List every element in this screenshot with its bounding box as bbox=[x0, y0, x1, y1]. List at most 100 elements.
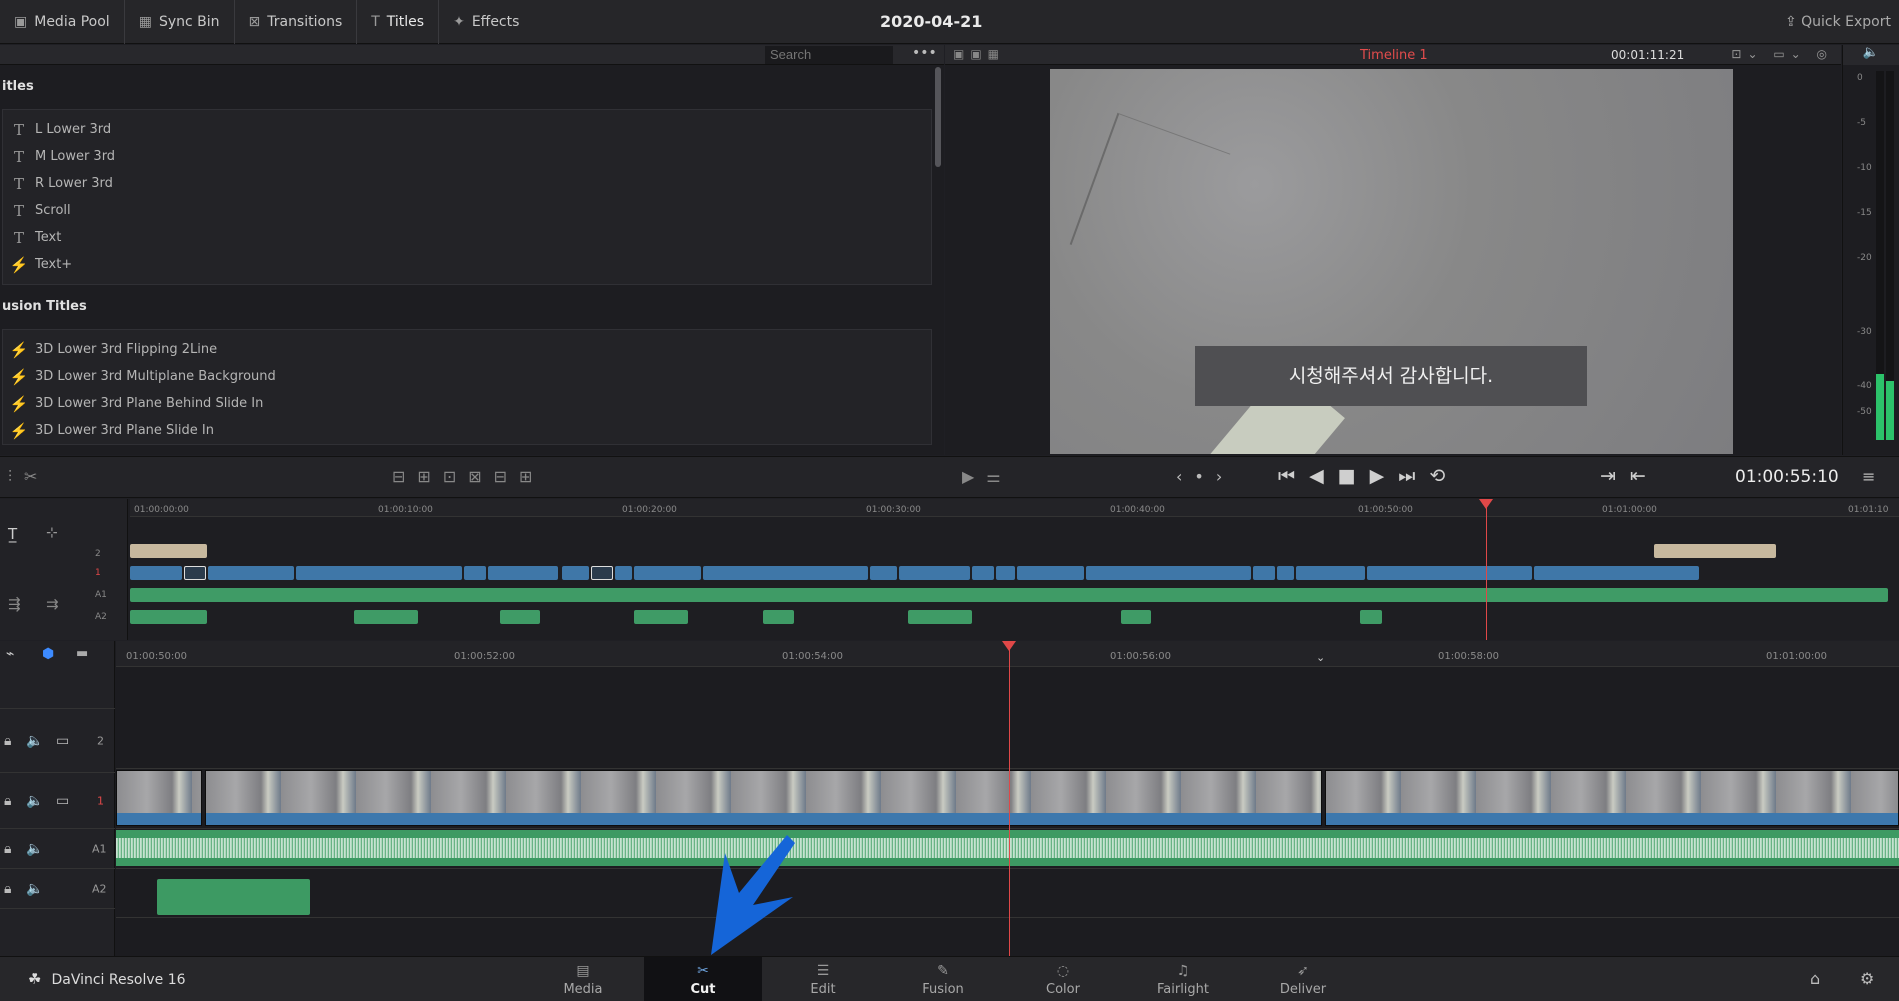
more-options-icon[interactable]: ••• bbox=[912, 45, 937, 61]
video-clip[interactable] bbox=[1296, 566, 1365, 580]
list-item[interactable]: T L Lower 3rd bbox=[3, 116, 931, 143]
video-clip[interactable] bbox=[130, 566, 182, 580]
video-clip[interactable] bbox=[1086, 566, 1251, 580]
library-scrollbar[interactable] bbox=[935, 67, 941, 167]
fusion-title-icon: ⚡ bbox=[9, 421, 29, 440]
video-clip[interactable] bbox=[1367, 566, 1532, 580]
audio-clip[interactable] bbox=[763, 610, 794, 624]
page-edit[interactable]: ☰ Edit bbox=[764, 957, 882, 1001]
list-item[interactable]: T M Lower 3rd bbox=[3, 143, 931, 170]
audio-clip[interactable] bbox=[908, 610, 972, 624]
page-fairlight[interactable]: ♫ Fairlight bbox=[1124, 957, 1242, 1001]
list-item[interactable]: ⚡ 3D Lower 3rd Multiplane Background bbox=[3, 363, 931, 390]
snap-icon[interactable]: ⇶ bbox=[8, 595, 21, 613]
lock-icon[interactable]: 🔒︎ bbox=[4, 793, 11, 809]
blade-icon[interactable]: ⌁ bbox=[6, 646, 14, 662]
upper-ruler[interactable]: 01:00:00:00 01:00:10:00 01:00:20:00 01:0… bbox=[130, 499, 1899, 517]
video-clip[interactable] bbox=[899, 566, 970, 580]
media-pool-button[interactable]: ▣ Media Pool bbox=[0, 0, 125, 44]
titles-button[interactable]: T Titles bbox=[357, 0, 440, 44]
mark-in-out-icons[interactable]: ⇥⇤ bbox=[1600, 465, 1660, 487]
audio-clip[interactable] bbox=[354, 610, 418, 624]
list-item[interactable]: ⚡ Text+ bbox=[3, 251, 931, 278]
audio-clip[interactable] bbox=[130, 610, 207, 624]
title-tool-icon[interactable]: T̲ bbox=[8, 525, 17, 543]
list-item[interactable]: T R Lower 3rd bbox=[3, 170, 931, 197]
transport-controls[interactable]: ⏮◀■▶⏭⟲ bbox=[1278, 465, 1459, 487]
video-clip[interactable] bbox=[464, 566, 486, 580]
playhead[interactable] bbox=[1009, 641, 1010, 956]
video-clip[interactable] bbox=[1017, 566, 1084, 580]
video-clip[interactable] bbox=[296, 566, 462, 580]
clip-nav-icons[interactable]: ‹•› bbox=[1176, 467, 1234, 486]
monitor-icon[interactable]: ▭ bbox=[56, 793, 69, 809]
video-clip[interactable] bbox=[703, 566, 868, 580]
edit-tool-icons[interactable]: ⫶✂ bbox=[8, 467, 49, 487]
video-clip[interactable] bbox=[615, 566, 632, 580]
marker-icon[interactable]: ⬢ bbox=[42, 646, 54, 662]
speaker-icon[interactable]: 🔈 bbox=[1843, 45, 1899, 65]
viewer-mode-icons[interactable]: ▣▣▦ bbox=[953, 47, 1005, 61]
video-clip[interactable] bbox=[208, 566, 294, 580]
lock-icon[interactable]: 🔒︎ bbox=[4, 881, 11, 897]
page-deliver[interactable]: ➶ Deliver bbox=[1244, 957, 1362, 1001]
video-clip[interactable] bbox=[488, 566, 558, 580]
video-clip[interactable] bbox=[116, 770, 202, 826]
gear-icon[interactable]: ⚙ bbox=[1860, 969, 1874, 988]
video-clip[interactable] bbox=[1277, 566, 1294, 580]
audio-clip-a1[interactable] bbox=[116, 830, 1899, 866]
video-clip[interactable] bbox=[1534, 566, 1699, 580]
video-clip-selected[interactable] bbox=[184, 566, 206, 580]
list-item[interactable]: ⚡ 3D Lower 3rd Flipping 2Line bbox=[3, 336, 931, 363]
audio-clip-a2[interactable] bbox=[157, 879, 310, 915]
audio-clip[interactable] bbox=[1121, 610, 1151, 624]
upper-playhead[interactable] bbox=[1486, 499, 1487, 640]
audio-clip[interactable] bbox=[1360, 610, 1382, 624]
ripple-icon[interactable]: ⇉ bbox=[46, 595, 59, 613]
page-color[interactable]: ◌ Color bbox=[1004, 957, 1122, 1001]
menu-icon[interactable]: ≡ bbox=[1862, 467, 1887, 486]
home-icon[interactable]: ⌂ bbox=[1810, 969, 1820, 988]
lock-icon[interactable]: 🔒︎ bbox=[4, 841, 11, 857]
list-item[interactable]: T Text bbox=[3, 224, 931, 251]
effects-button[interactable]: ✦ Effects bbox=[439, 0, 533, 44]
lock-icon[interactable]: 🔒︎ bbox=[4, 733, 11, 749]
page-media[interactable]: ▤ Media bbox=[524, 957, 642, 1001]
video-clip[interactable] bbox=[1325, 770, 1899, 826]
audio-icon[interactable]: 🔈 bbox=[26, 733, 43, 749]
page-fusion[interactable]: ✎ Fusion bbox=[884, 957, 1002, 1001]
list-item[interactable]: T Scroll bbox=[3, 197, 931, 224]
upper-timeline[interactable]: T̲ ⊹ ⇶ ⇉ 2 1 A1 A2 01:00:00:00 01:00:10:… bbox=[0, 499, 1899, 640]
audio-icon[interactable]: 🔈 bbox=[26, 881, 43, 897]
title-clip[interactable] bbox=[1654, 544, 1776, 558]
sync-bin-button[interactable]: ▦ Sync Bin bbox=[125, 0, 235, 44]
main-timeline[interactable]: ⌁ ⬢ ▬ 🔒︎ 🔈 ▭ 2 🔒︎ 🔈 ▭ 1 🔒︎ 🔈 A1 🔒︎ 🔈 A2 … bbox=[0, 641, 1899, 956]
video-clip[interactable] bbox=[205, 770, 1322, 826]
page-cut[interactable]: ✂ Cut bbox=[644, 957, 762, 1001]
audio-clip[interactable] bbox=[500, 610, 540, 624]
audio-icon[interactable]: 🔈 bbox=[26, 793, 43, 809]
search-input[interactable] bbox=[765, 46, 893, 64]
edit-mode-icons[interactable]: ⊟⊞⊡⊠⊟⊞ bbox=[392, 467, 544, 486]
video-clip[interactable] bbox=[1253, 566, 1275, 580]
transitions-button[interactable]: ⊠ Transitions bbox=[235, 0, 358, 44]
video-clip[interactable] bbox=[562, 566, 589, 580]
video-clip[interactable] bbox=[996, 566, 1015, 580]
monitor-icon[interactable]: ▭ bbox=[56, 733, 69, 749]
audio-clip[interactable] bbox=[130, 588, 1888, 602]
video-clip[interactable] bbox=[870, 566, 897, 580]
title-clip[interactable] bbox=[130, 544, 207, 558]
quick-export-button[interactable]: ⇪ Quick Export bbox=[1785, 0, 1891, 44]
audio-icon[interactable]: 🔈 bbox=[26, 841, 43, 857]
flag-icon[interactable]: ▬ bbox=[76, 646, 88, 661]
video-clip[interactable] bbox=[972, 566, 994, 580]
video-clip[interactable] bbox=[634, 566, 701, 580]
viewer-tool-icons[interactable]: ▶⚌ bbox=[962, 467, 1013, 486]
video-clip-selected[interactable] bbox=[591, 566, 613, 580]
chevron-down-icon[interactable]: ⌄ bbox=[1316, 651, 1325, 664]
list-item[interactable]: ⚡ 3D Lower 3rd Plane Behind Slide In bbox=[3, 390, 931, 417]
viewer-options-icons[interactable]: ⊡⌄ ▭⌄ ◎ bbox=[1731, 47, 1833, 61]
audio-clip[interactable] bbox=[634, 610, 688, 624]
list-item[interactable]: ⚡ 3D Lower 3rd Plane Slide In bbox=[3, 417, 931, 444]
split-icon[interactable]: ⊹ bbox=[46, 525, 58, 541]
